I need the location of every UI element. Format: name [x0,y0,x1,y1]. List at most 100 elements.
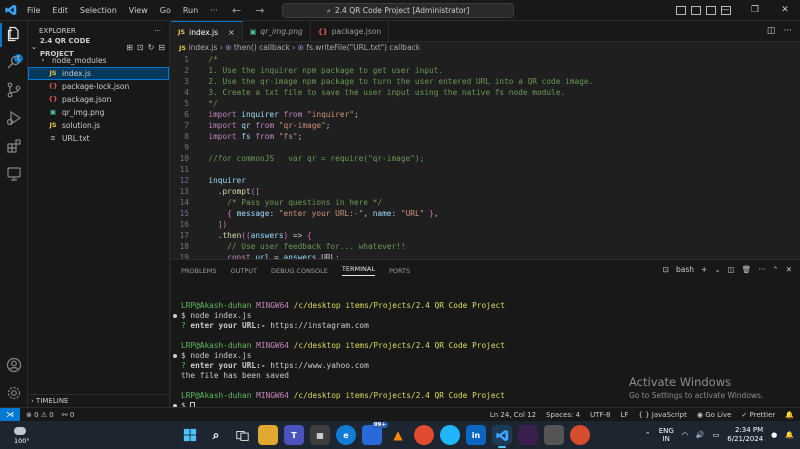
maximize-panel-icon[interactable]: ⌃ [772,265,778,274]
breadcrumb-fn2[interactable]: fs.writeFile("URL.txt") callback [306,43,420,52]
close-window-icon[interactable]: ✕ [770,0,800,21]
menu-more[interactable]: ··· [204,0,224,21]
source-control-icon[interactable] [6,82,22,98]
menu-file[interactable]: File [21,0,46,21]
battery-icon[interactable]: ▭ [713,431,720,439]
intellij-icon[interactable] [518,425,538,445]
tree-item-package-json[interactable]: {} package.json [28,93,169,106]
tab-terminal[interactable]: TERMINAL [341,265,375,276]
tree-item-solution-js[interactable]: JS solution.js [28,119,169,132]
command-center-search[interactable]: ⌕ 2.4 QR Code Project [Administrator] [282,3,514,18]
color-icon[interactable]: ● [771,431,777,439]
run-debug-icon[interactable] [6,110,22,126]
menu-view[interactable]: View [123,0,154,21]
refresh-icon[interactable]: ↻ [148,41,155,54]
extensions-icon[interactable] [6,138,22,154]
explorer-more-button[interactable]: ··· [154,21,161,41]
remote-explorer-icon[interactable] [6,166,22,182]
windows-start-icon[interactable] [180,425,200,445]
tree-item-qr-img[interactable]: ▣ qr_img.png [28,106,169,119]
chrome-profile-icon[interactable] [570,425,590,445]
new-file-icon[interactable]: ⊞ [126,41,133,54]
weather-widget[interactable]: 100° [10,425,40,445]
menu-edit[interactable]: Edit [46,0,74,21]
tab-problems[interactable]: PROBLEMS [181,267,216,275]
split-editor-icon[interactable]: ◫ [767,26,776,36]
app-icon[interactable] [440,425,460,445]
code-line: 17 .then((answers) => { [171,230,800,241]
encoding[interactable]: UTF-8 [590,411,610,419]
tab-output[interactable]: OUTPUT [230,267,257,275]
indentation[interactable]: Spaces: 4 [546,411,580,419]
remote-indicator-icon[interactable]: ⋊ [0,407,20,422]
close-panel-icon[interactable]: ✕ [786,265,792,274]
collapse-all-icon[interactable]: ⊟ [158,41,165,54]
toggle-primary-sidebar-icon[interactable] [676,6,686,15]
clock[interactable]: 2:34 PM 6/21/2024 [727,426,763,444]
tab-ports[interactable]: PORTS [389,267,410,275]
line-number: 6 [184,110,189,119]
tree-item-index-js[interactable]: JS index.js [28,67,169,80]
volume-icon[interactable]: 🔊 [696,431,705,439]
more-actions-icon[interactable]: ··· [783,26,792,36]
tab-package-json[interactable]: {} package.json [311,21,390,42]
command-decoration-icon[interactable] [173,314,177,318]
language-mode[interactable]: { } JavaScript [638,411,686,419]
terminal-shell-label[interactable]: bash [676,265,694,274]
ports-count[interactable]: ⚯ 0 [62,411,75,419]
notifications-icon[interactable]: 🔔 [785,431,794,439]
linkedin-icon[interactable]: in [466,425,486,445]
settings-gear-icon[interactable] [6,385,22,401]
chevron-up-icon[interactable]: ⌃ [645,431,651,439]
term-host: MINGW64 [256,391,289,400]
cursor-position[interactable]: Ln 24, Col 12 [490,411,536,419]
back-arrow-icon[interactable]: ← [232,4,241,17]
command-decoration-icon[interactable] [173,354,177,358]
teams-icon[interactable]: T [284,425,304,445]
trash-icon[interactable]: 🗑 [742,265,752,274]
notifications-bell-icon[interactable]: 🔔 [785,411,794,419]
end-of-line[interactable]: LF [620,411,628,419]
restore-icon[interactable]: ❐ [740,0,770,21]
vscode-taskbar-icon[interactable] [492,425,512,448]
tab-index-js[interactable]: JS index.js × [171,21,243,42]
minimize-icon[interactable]: — [710,0,740,21]
tree-item-package-lock[interactable]: {} package-lock.json [28,80,169,93]
wifi-icon[interactable]: ◠ [682,431,688,439]
chrome-icon[interactable] [414,425,434,445]
forward-arrow-icon[interactable]: → [255,4,264,17]
timeline-section[interactable]: › TIMELINE [28,394,170,407]
task-view-icon[interactable] [232,425,252,445]
chevron-down-icon[interactable]: ⌄ [714,265,720,274]
search-view-icon[interactable] [6,54,22,70]
code-editor[interactable]: 1 /* 2 1. Use the inquirer npm package to… [171,54,800,259]
close-icon[interactable]: × [228,28,235,37]
new-folder-icon[interactable]: ⊡ [137,41,144,54]
edge-browser-icon[interactable]: e [336,425,356,445]
store-icon[interactable]: 99+ [362,422,388,445]
account-icon[interactable] [6,357,22,373]
tab-qr-img[interactable]: ▣ qr_img.png [243,21,311,42]
menu-run[interactable]: Run [177,0,204,21]
photos-icon[interactable] [544,425,564,445]
toggle-panel-icon[interactable] [691,6,701,15]
tab-debug-console[interactable]: DEBUG CONSOLE [271,267,328,275]
new-terminal-button[interactable]: + [701,265,707,274]
go-live-button[interactable]: ◉ Go Live [697,411,732,419]
problems-count[interactable]: ⊗ 0 ⚠ 0 [26,411,54,419]
panel-more-button[interactable]: ··· [758,265,765,274]
tree-item-url-txt[interactable]: ≡ URL.txt [28,132,169,145]
search-icon[interactable]: ⌕ [206,425,226,445]
split-terminal-icon[interactable]: ◫ [728,265,735,274]
prettier-status[interactable]: ✓ Prettier [741,411,775,419]
vlc-icon[interactable]: ▲ [388,425,408,445]
menu-go[interactable]: Go [154,0,177,21]
file-explorer-icon[interactable] [258,425,278,445]
project-folder-header[interactable]: ⌄ 2.4 QR CODE PROJECT ⊞ ⊡ ↻ ⊟ [28,37,169,58]
language-indicator[interactable]: ENG IN [659,427,674,443]
explorer-icon[interactable] [6,26,22,42]
breadcrumb-file[interactable]: index.js [189,43,218,52]
chat-icon[interactable]: ▦ [310,425,330,445]
menu-selection[interactable]: Selection [74,0,123,21]
breadcrumb-fn1[interactable]: then() callback [234,43,290,52]
